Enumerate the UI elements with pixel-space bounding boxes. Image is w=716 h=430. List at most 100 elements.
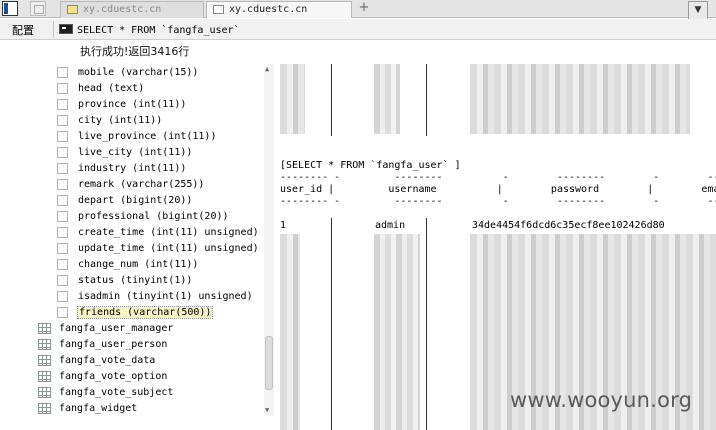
tree-field-label: update_time (int(11) unsigned) [78, 242, 259, 254]
field-icon [57, 258, 68, 270]
field-icon [57, 146, 68, 158]
tab-strip: xy.cduestc.cn xy.cduestc.cn + ▼ [0, 0, 716, 20]
table-icon [38, 322, 51, 334]
toolbar: 配置 [0, 19, 716, 40]
field-icon [57, 290, 68, 302]
table-icon [38, 402, 51, 414]
tab-grid-icon[interactable] [30, 1, 46, 16]
tree-table-label: fangfa_user_person [59, 338, 168, 350]
tree-field-label: live_city (int(11)) [78, 146, 193, 158]
dash-separator: -------- - -------- - -------- - ----- - [280, 196, 716, 207]
column-divider [426, 64, 427, 136]
column-divider [331, 64, 332, 136]
scrollbar-thumb[interactable] [265, 336, 273, 390]
tree-field-label: isadmin (tinyint(1) unsigned) [78, 290, 253, 302]
tab-page-icon [67, 5, 78, 14]
tree-field-item[interactable]: depart (bigint(20)) [57, 192, 193, 208]
tree-table-label: fangfa_vote_subject [59, 386, 174, 398]
tree-field-label: province (int(11)) [78, 98, 187, 110]
tree-table-label: fangfa_user_manager [59, 322, 174, 334]
chevron-down-icon[interactable]: ▼ [688, 1, 708, 20]
tree-field-item[interactable]: professional (bigint(20)) [57, 208, 230, 224]
tree-table-item[interactable]: fangfa_vote_option [38, 368, 168, 384]
tree-field-label: live_province (int(11)) [78, 130, 217, 142]
field-icon [57, 98, 68, 110]
tree-field-label: change_num (int(11)) [78, 258, 199, 270]
tree-field-item-selected[interactable]: friends (varchar(500)) [57, 304, 214, 320]
config-button[interactable]: 配置 [12, 22, 34, 38]
cell-username: admin [375, 220, 406, 231]
tree-field-item[interactable]: head (text) [57, 80, 145, 96]
tree-field-label: industry (int(11)) [78, 162, 187, 174]
scroll-down-icon[interactable]: ▼ [265, 406, 269, 414]
field-icon [57, 210, 68, 222]
result-panel: [SELECT * FROM `fangfa_user` ] -------- … [276, 64, 716, 430]
cell-user-id: 1 [280, 220, 287, 231]
tree-field-label: remark (varchar(255)) [78, 178, 205, 190]
tree-field-item[interactable]: mobile (varchar(15)) [57, 64, 199, 80]
field-icon [57, 66, 68, 78]
redacted-block [280, 64, 305, 134]
tree-field-label: city (int(11)) [78, 114, 163, 126]
dash-separator: -------- - -------- - -------- - ----- - [280, 172, 716, 183]
column-divider [331, 218, 332, 430]
column-headers: user_id | username | password | email | [280, 184, 716, 195]
redacted-block [470, 64, 690, 134]
tree-scrollbar[interactable]: ▲ ▼ [264, 64, 274, 416]
tree-table-item[interactable]: fangfa_vote_data [38, 352, 156, 368]
tree-table-label: fangfa_vote_data [59, 354, 156, 366]
tree-table-label: fangfa_widget [59, 402, 138, 414]
field-icon [57, 194, 68, 206]
tree-field-item[interactable]: change_num (int(11)) [57, 256, 199, 272]
field-icon [57, 274, 68, 286]
tab-label: xy.cduestc.cn [229, 4, 308, 15]
field-icon [57, 306, 68, 318]
tree-table-item[interactable]: fangfa_user_person [38, 336, 168, 352]
redacted-block [374, 64, 400, 134]
tab-page-icon [213, 5, 224, 14]
tree-field-item[interactable]: update_time (int(11) unsigned) [57, 240, 260, 256]
schema-tree: mobile (varchar(15)) head (text) provinc… [0, 64, 262, 430]
tab-label: xy.cduestc.cn [83, 4, 162, 15]
cell-password: 34de4454f6dcd6c35ecf8ee102426d80 [472, 220, 665, 231]
tab-active[interactable]: xy.cduestc.cn [206, 1, 352, 18]
field-icon [57, 162, 68, 174]
tree-field-item[interactable]: industry (int(11)) [57, 160, 187, 176]
field-icon [57, 226, 68, 238]
tree-field-label: mobile (varchar(15)) [78, 66, 199, 78]
tree-field-item[interactable]: live_city (int(11)) [57, 144, 193, 160]
tree-field-item[interactable]: live_province (int(11)) [57, 128, 217, 144]
table-icon [38, 386, 51, 398]
tree-table-item[interactable]: fangfa_user_manager [38, 320, 174, 336]
new-tab-button[interactable]: + [357, 0, 371, 16]
redacted-block [280, 234, 300, 430]
redacted-block [374, 234, 420, 430]
query-input[interactable] [77, 22, 497, 38]
scroll-up-icon[interactable]: ▲ [265, 65, 269, 73]
field-icon [57, 178, 68, 190]
field-icon [57, 130, 68, 142]
status-text: 执行成功!返回3416行 [80, 45, 190, 58]
field-icon [57, 114, 68, 126]
tree-field-item[interactable]: city (int(11)) [57, 112, 163, 128]
tab-inactive[interactable]: xy.cduestc.cn [60, 1, 204, 18]
query-echo: [SELECT * FROM `fangfa_user` ] [280, 160, 461, 171]
watermark: www.wooyun.org [510, 388, 693, 412]
table-icon [38, 370, 51, 382]
tree-field-item[interactable]: status (tinyint(1)) [57, 272, 193, 288]
field-icon [57, 82, 68, 94]
tree-field-label: professional (bigint(20)) [78, 210, 229, 222]
app-icon[interactable] [2, 1, 18, 16]
toolbar-divider [53, 21, 54, 38]
tree-field-item[interactable]: province (int(11)) [57, 96, 187, 112]
tree-table-item[interactable]: fangfa_widget [38, 400, 138, 416]
console-icon [59, 24, 73, 34]
tree-field-item[interactable]: remark (varchar(255)) [57, 176, 205, 192]
tree-field-label: status (tinyint(1)) [78, 274, 193, 286]
tree-field-item[interactable]: create_time (int(11) unsigned) [57, 224, 260, 240]
table-icon [38, 354, 51, 366]
tree-table-item[interactable]: fangfa_vote_subject [38, 384, 174, 400]
tree-field-item[interactable]: isadmin (tinyint(1) unsigned) [57, 288, 254, 304]
tree-field-label: create_time (int(11) unsigned) [78, 226, 259, 238]
tree-field-label: friends (varchar(500)) [77, 305, 214, 319]
